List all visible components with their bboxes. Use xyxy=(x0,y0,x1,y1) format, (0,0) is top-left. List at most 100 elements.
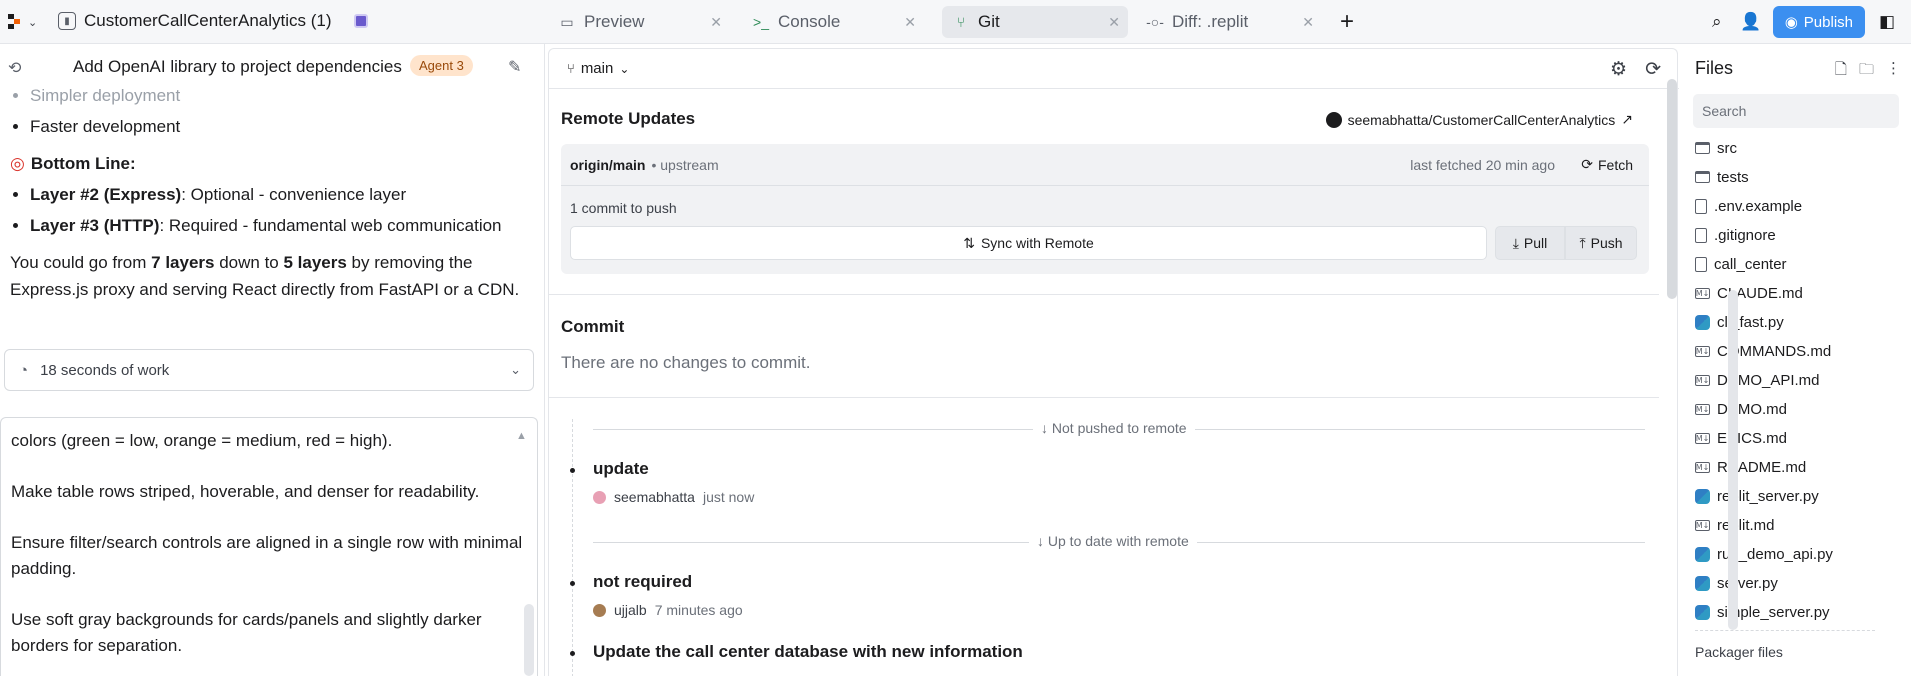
sync-arrows-icon: ⇅ xyxy=(963,234,975,251)
commit-message[interactable]: not required xyxy=(593,572,692,592)
scroll-up-icon[interactable]: ▲ xyxy=(516,430,527,442)
remote-updates-title: Remote Updates xyxy=(561,109,696,128)
folder-icon xyxy=(1695,142,1710,154)
list-item: Faster development xyxy=(30,111,535,142)
search-placeholder: Search xyxy=(1702,103,1747,119)
file-item[interactable]: M↓ COMMANDS.md xyxy=(1695,339,1831,363)
publish-button[interactable]: ◉ Publish xyxy=(1772,6,1865,38)
file-item[interactable]: M↓ DEMO_API.md xyxy=(1695,368,1820,392)
work-summary-toggle[interactable]: ◔ 18 seconds of work ⌄ xyxy=(4,349,534,391)
close-icon[interactable]: ✕ xyxy=(1302,14,1314,31)
file-item[interactable]: run_demo_api.py xyxy=(1695,542,1833,566)
branch-selector[interactable]: ⑂ main ⌄ xyxy=(567,60,629,77)
python-icon xyxy=(1695,314,1710,330)
push-label: Push xyxy=(1590,235,1623,251)
commit-time: just now xyxy=(702,489,755,505)
tab-diff[interactable]: -○- Diff: .replit ✕ xyxy=(1136,6,1322,38)
input-line: Make table rows striped, hoverable, and … xyxy=(11,482,480,501)
input-scrollbar[interactable] xyxy=(524,604,534,676)
file-item[interactable]: .gitignore xyxy=(1695,223,1776,247)
tab-git[interactable]: ⑂ Git ✕ xyxy=(942,6,1128,38)
python-icon xyxy=(1695,488,1710,504)
branch-name: main xyxy=(580,60,614,77)
divider xyxy=(549,397,1659,398)
python-icon xyxy=(1695,575,1710,591)
tab-label: Console xyxy=(778,12,841,31)
settings-gear-icon[interactable]: ⚙ xyxy=(1610,58,1627,81)
python-icon xyxy=(1695,604,1710,620)
project-icon: ▮ xyxy=(58,12,76,30)
files-scrollbar[interactable] xyxy=(1728,290,1738,630)
pull-button[interactable]: ⤓ Pull xyxy=(1495,226,1565,260)
markdown-icon: M↓ xyxy=(1695,287,1710,299)
file-item[interactable]: M↓ EPICS.md xyxy=(1695,426,1787,450)
commit-message[interactable]: update xyxy=(593,459,649,479)
file-search-input[interactable]: Search xyxy=(1693,94,1899,128)
refresh-icon[interactable]: ⟳ xyxy=(1645,58,1661,81)
file-item[interactable]: .env.example xyxy=(1695,194,1802,218)
remote-info-row: origin/main • upstream last fetched 20 m… xyxy=(561,144,1649,186)
tab-console[interactable]: >_ Console ✕ xyxy=(742,6,924,38)
commit-section-title: Commit xyxy=(561,317,625,336)
project-name: CustomerCallCenterAnalytics (1) xyxy=(84,11,332,30)
new-file-icon[interactable]: 🗋 xyxy=(1835,59,1847,84)
summary-paragraph: You could go from 7 layers down to 5 lay… xyxy=(10,253,520,299)
no-changes-text: There are no changes to commit. xyxy=(561,353,811,372)
fetch-label: Fetch xyxy=(1597,156,1633,173)
commit-message[interactable]: Update the call center database with new… xyxy=(593,642,1023,662)
history-icon[interactable]: ⟲ xyxy=(8,58,21,78)
chevron-down-icon: ⌄ xyxy=(510,362,521,377)
file-item[interactable]: src xyxy=(1695,136,1737,160)
layer-list: Layer #2 (Express): Optional - convenien… xyxy=(10,179,535,241)
sync-label: Sync with Remote xyxy=(980,235,1094,251)
fetch-button[interactable]: ⟳ Fetch xyxy=(1581,156,1633,173)
file-item[interactable]: cli_fast.py xyxy=(1695,310,1784,334)
search-icon[interactable]: ⌕ xyxy=(1705,10,1729,34)
commit-meta: seemabhatta just now xyxy=(593,489,754,505)
repo-name: seemabhatta/CustomerCallCenterAnalytics xyxy=(1347,111,1616,128)
sync-with-remote-button[interactable]: ⇅ Sync with Remote xyxy=(570,226,1487,260)
files-pane: Files 🗋 🗀 ⋮ Search src tests .env.example.… xyxy=(1686,44,1911,676)
replit-logo-menu[interactable]: ⌄ xyxy=(8,12,44,32)
tab-label: Preview xyxy=(584,12,645,31)
gauge-icon: ◔ xyxy=(19,361,29,379)
file-item[interactable]: replit_server.py xyxy=(1695,484,1819,508)
close-icon[interactable]: ✕ xyxy=(1108,14,1120,31)
close-icon[interactable]: ✕ xyxy=(710,14,722,31)
timeline-line xyxy=(572,419,573,676)
more-vertical-icon[interactable]: ⋮ xyxy=(1886,59,1901,84)
new-folder-icon[interactable]: 🗀 xyxy=(1859,59,1874,84)
close-icon[interactable]: ✕ xyxy=(904,14,916,31)
publish-icon: ◉ xyxy=(1784,14,1798,31)
file-item[interactable]: M↓ DEMO.md xyxy=(1695,397,1787,421)
up-to-date-label: ↓ Up to date with remote xyxy=(1029,533,1197,549)
new-tab-button[interactable]: + xyxy=(1340,8,1354,36)
packager-files-heading[interactable]: Packager files xyxy=(1695,644,1783,660)
folder-icon xyxy=(1695,171,1710,183)
file-item[interactable]: tests xyxy=(1695,165,1749,189)
file-item[interactable]: call_center xyxy=(1695,252,1787,276)
repo-link[interactable]: seemabhatta/CustomerCallCenterAnalytics … xyxy=(1325,111,1633,128)
push-button[interactable]: ⤒ Push xyxy=(1565,226,1637,260)
new-chat-icon[interactable]: ✎ xyxy=(508,57,521,77)
git-header-actions: ⚙ ⟳ xyxy=(1610,58,1661,81)
chat-title: Add OpenAI library to project dependenci… xyxy=(73,57,402,76)
git-scrollbar[interactable] xyxy=(1667,79,1677,299)
invite-user-icon[interactable]: 👤 xyxy=(1739,10,1763,34)
file-item[interactable]: M↓ README.md xyxy=(1695,455,1806,479)
refresh-icon: ⟳ xyxy=(1581,156,1593,172)
chat-input[interactable]: colors (green = low, orange = medium, re… xyxy=(0,417,538,676)
tab-preview[interactable]: ▭ Preview ✕ xyxy=(548,6,730,38)
file-item[interactable]: simple_server.py xyxy=(1695,600,1830,624)
external-link-icon: ↗ xyxy=(1621,111,1633,127)
layout-toggle-icon[interactable]: ◧ xyxy=(1875,10,1899,34)
chevron-down-icon: ⌄ xyxy=(619,61,630,76)
project-switcher[interactable]: ▮ CustomerCallCenterAnalytics (1) xyxy=(58,11,368,31)
file-item[interactable]: M↓ CLAUDE.md xyxy=(1695,281,1803,305)
avatar xyxy=(593,490,606,504)
pull-label: Pull xyxy=(1523,235,1548,251)
commit-time: 7 minutes ago xyxy=(654,602,743,618)
commit-author: seemabhatta xyxy=(614,489,695,505)
upstream-label: • upstream xyxy=(651,156,719,173)
markdown-icon: M↓ xyxy=(1695,345,1710,357)
